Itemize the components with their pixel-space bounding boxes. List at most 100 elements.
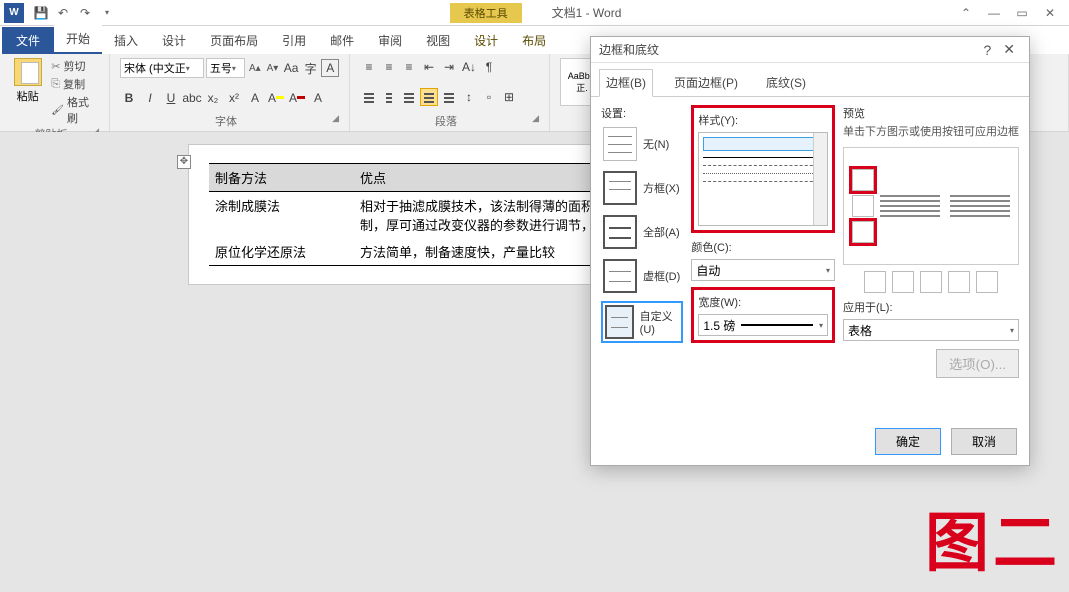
highlight-color-button[interactable]: A [267, 89, 285, 107]
italic-button[interactable]: I [141, 89, 159, 107]
font-group-label: 字体 [215, 116, 237, 128]
width-preview-line [741, 324, 813, 326]
borders-button[interactable]: ⊞ [500, 88, 518, 106]
font-name-select[interactable]: 宋体 (中文正▾ [120, 58, 204, 78]
text-effects-button[interactable]: A [246, 89, 264, 107]
setting-custom[interactable]: 自定义(U) [601, 301, 683, 343]
phonetic-guide-button[interactable]: 字 [302, 59, 320, 77]
numbering-button[interactable]: ≡ [380, 58, 398, 76]
window-close-icon[interactable]: ✕ [1039, 4, 1061, 22]
distributed-button[interactable] [440, 88, 458, 106]
setting-grid[interactable]: 虚框(D) [601, 257, 683, 295]
preview-heading: 预览 [843, 105, 1019, 121]
qat-undo-icon[interactable]: ↶ [54, 4, 72, 22]
decrease-indent-button[interactable]: ⇤ [420, 58, 438, 76]
ribbon-collapse-icon[interactable]: ⌃ [955, 4, 977, 22]
document-title: 文档1 - Word [552, 4, 622, 21]
ok-button[interactable]: 确定 [875, 428, 941, 455]
qat-more-icon[interactable]: ▾ [98, 4, 116, 22]
dialog-tab-shading[interactable]: 底纹(S) [759, 69, 813, 96]
contextual-tab-label: 表格工具 [450, 3, 522, 23]
tab-table-design[interactable]: 设计 [462, 27, 510, 54]
char-border-button[interactable]: A [321, 59, 339, 77]
decrease-font-icon[interactable]: A▾ [265, 63, 281, 74]
multilevel-button[interactable]: ≡ [400, 58, 418, 76]
font-size-select[interactable]: 五号▾ [206, 58, 245, 78]
preview-diag-down-button[interactable] [864, 271, 886, 293]
font-dialog-launcher-icon[interactable]: ◢ [332, 113, 339, 124]
table-cell[interactable]: 原位化学还原法 [209, 238, 354, 266]
paste-label: 粘贴 [17, 88, 39, 104]
preview-inner-h-button[interactable] [852, 195, 874, 217]
figure-label: 图二 [925, 492, 1061, 584]
underline-button[interactable]: U [162, 89, 180, 107]
tab-references[interactable]: 引用 [270, 27, 318, 54]
setting-grid-icon [603, 259, 637, 293]
strikethrough-button[interactable]: abc [183, 89, 201, 107]
dialog-tab-page-border[interactable]: 页面边框(P) [667, 69, 745, 96]
qat-redo-icon[interactable]: ↷ [76, 4, 94, 22]
tab-file[interactable]: 文件 [2, 27, 54, 54]
preview-top-border-button[interactable] [852, 169, 874, 191]
tab-review[interactable]: 审阅 [366, 27, 414, 54]
show-marks-button[interactable]: ¶ [480, 58, 498, 76]
border-width-select[interactable]: 1.5 磅 ▾ [698, 314, 828, 336]
superscript-button[interactable]: x² [225, 89, 243, 107]
preview-diag-up-button[interactable] [976, 271, 998, 293]
shading-button[interactable]: ▫ [480, 88, 498, 106]
table-move-handle-icon[interactable]: ✥ [177, 155, 191, 169]
change-case-button[interactable]: Aa [282, 59, 300, 77]
dialog-close-icon[interactable]: ✕ [997, 41, 1021, 58]
border-preview [843, 147, 1019, 265]
format-painter-button[interactable]: 格式刷 [51, 94, 99, 126]
border-color-select[interactable]: 自动▾ [691, 259, 835, 281]
increase-indent-button[interactable]: ⇥ [440, 58, 458, 76]
preview-inner-v-button[interactable] [920, 271, 942, 293]
preview-right-border-button[interactable] [948, 271, 970, 293]
bold-button[interactable]: B [120, 89, 138, 107]
color-heading: 颜色(C): [691, 239, 835, 255]
line-spacing-button[interactable]: ↕ [460, 88, 478, 106]
setting-none-icon [603, 127, 637, 161]
window-maximize-icon[interactable]: ▭ [1011, 4, 1033, 22]
align-left-button[interactable] [360, 88, 378, 106]
bullets-button[interactable]: ≡ [360, 58, 378, 76]
style-list-scrollbar[interactable] [813, 133, 827, 225]
tab-mailings[interactable]: 邮件 [318, 27, 366, 54]
align-justify-button[interactable] [420, 88, 438, 106]
window-minimize-icon[interactable]: — [983, 4, 1005, 22]
align-center-button[interactable] [380, 88, 398, 106]
preview-note: 单击下方图示或使用按钮可应用边框 [843, 125, 1019, 139]
tab-table-layout[interactable]: 布局 [510, 27, 558, 54]
subscript-button[interactable]: x₂ [204, 89, 222, 107]
cut-button[interactable]: 剪切 [51, 58, 99, 74]
copy-button[interactable]: 复制 [51, 76, 99, 92]
table-header-cell[interactable]: 制备方法 [209, 164, 354, 192]
cancel-button[interactable]: 取消 [951, 428, 1017, 455]
align-right-button[interactable] [400, 88, 418, 106]
tab-page-layout[interactable]: 页面布局 [198, 27, 270, 54]
apply-to-heading: 应用于(L): [843, 299, 1019, 315]
preview-bottom-border-button[interactable] [852, 221, 874, 243]
paragraph-dialog-launcher-icon[interactable]: ◢ [532, 113, 539, 124]
table-cell[interactable]: 涂制成膜法 [209, 192, 354, 239]
setting-none[interactable]: 无(N) [601, 125, 683, 163]
setting-all[interactable]: 全部(A) [601, 213, 683, 251]
preview-left-border-button[interactable] [892, 271, 914, 293]
width-heading: 宽度(W): [698, 294, 828, 310]
sort-button[interactable]: A↓ [460, 58, 478, 76]
setting-box[interactable]: 方框(X) [601, 169, 683, 207]
apply-to-select[interactable]: 表格▾ [843, 319, 1019, 341]
tab-home[interactable]: 开始 [54, 25, 102, 54]
border-style-list[interactable] [698, 132, 828, 226]
paste-button[interactable]: 粘贴 [10, 58, 45, 126]
char-shading-button[interactable]: A [309, 89, 327, 107]
dialog-help-icon[interactable]: ? [977, 42, 997, 58]
tab-insert[interactable]: 插入 [102, 27, 150, 54]
font-color-button[interactable]: A [288, 89, 306, 107]
increase-font-icon[interactable]: A▴ [247, 63, 263, 74]
tab-design[interactable]: 设计 [150, 27, 198, 54]
tab-view[interactable]: 视图 [414, 27, 462, 54]
qat-save-icon[interactable]: 💾 [32, 4, 50, 22]
dialog-tab-borders[interactable]: 边框(B) [599, 69, 653, 97]
